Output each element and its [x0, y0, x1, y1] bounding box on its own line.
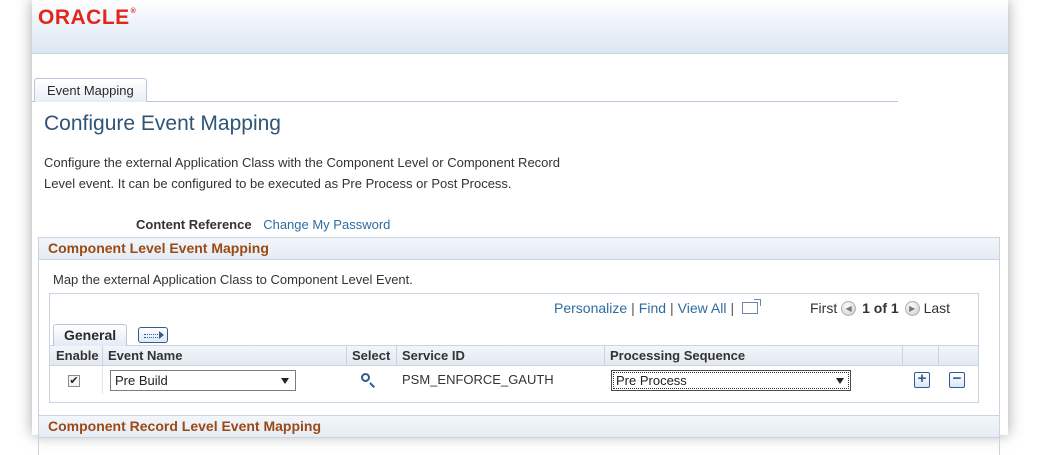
col-enable[interactable]: Enable [56, 346, 99, 365]
page-tab-strip: Event Mapping [32, 78, 898, 102]
content-reference-row: Content Reference Change My Password [136, 217, 390, 232]
col-service-id[interactable]: Service ID [402, 346, 465, 365]
grid-pager: First ◀ 1 of 1 ▶ Last [810, 294, 950, 322]
component-level-section: Component Level Event Mapping Map the ex… [38, 237, 1000, 417]
column-divider [604, 346, 605, 366]
header-bar: ORACLE® [32, 0, 1008, 54]
last-label: Last [923, 300, 951, 316]
event-name-select[interactable]: Pre Build [110, 370, 296, 391]
col-processing-sequence[interactable]: Processing Sequence [610, 346, 745, 365]
page-frame: ORACLE® Event Mapping Configure Event Ma… [32, 0, 1008, 455]
dropdown-arrow-icon [836, 378, 844, 384]
logo-text: ORACLE [38, 6, 130, 29]
tab-general[interactable]: General [53, 324, 128, 346]
col-select: Select [352, 348, 391, 363]
event-name-value: Pre Build [115, 373, 168, 388]
logo-registered-mark: ® [130, 8, 137, 15]
enable-cell: ✔ [50, 366, 103, 394]
grid-tab-strip: General [50, 322, 978, 346]
enable-checkbox[interactable]: ✔ [68, 375, 80, 387]
column-divider [346, 346, 347, 366]
dropdown-arrow-icon [281, 378, 289, 384]
nav-separator: | [631, 300, 635, 316]
column-divider [938, 346, 939, 366]
previous-row-icon[interactable]: ◀ [841, 300, 857, 316]
handle-shape [369, 382, 375, 388]
personalize-link[interactable]: Personalize [554, 300, 627, 316]
add-row-button[interactable]: + [914, 371, 930, 388]
row-count: 1 of 1 [862, 300, 899, 316]
component-level-grid: Personalize | Find | View All | First ◀ 1 of 1… [49, 293, 979, 403]
grid-navigation-bar: Personalize | Find | View All | First ◀ 1 of 1… [50, 294, 978, 322]
column-divider [396, 346, 397, 366]
page-title: Configure Event Mapping [44, 112, 281, 135]
zoom-grid-icon[interactable] [742, 299, 762, 314]
column-divider [102, 346, 103, 366]
first-label: First [810, 300, 838, 316]
column-divider [902, 346, 903, 366]
grid-nav-links: Personalize | Find | View All | [554, 294, 762, 322]
delete-row-button[interactable]: − [949, 371, 965, 388]
component-record-level-section: Component Record Level Event Mapping [38, 415, 1000, 455]
service-id-value: PSM_ENFORCE_GAUTH [402, 372, 554, 387]
find-link[interactable]: Find [639, 300, 666, 316]
component-level-section-title[interactable]: Component Level Event Mapping [39, 238, 999, 260]
content-reference-label: Content Reference [136, 217, 252, 232]
page-description: Configure the external Application Class… [44, 155, 560, 191]
nav-separator: | [670, 300, 674, 316]
lookup-search-icon[interactable] [360, 372, 376, 388]
processing-sequence-value: Pre Process [616, 373, 687, 388]
lens-shape [361, 373, 370, 382]
content-reference-link[interactable]: Change My Password [263, 217, 390, 232]
show-all-columns-icon[interactable] [138, 327, 168, 343]
view-all-link[interactable]: View All [678, 300, 727, 316]
next-row-icon[interactable]: ▶ [904, 300, 920, 316]
oracle-logo: ORACLE® [38, 6, 136, 30]
tab-event-mapping[interactable]: Event Mapping [34, 78, 147, 102]
col-event-name[interactable]: Event Name [108, 346, 182, 365]
component-level-description: Map the external Application Class to Co… [53, 272, 413, 287]
grid-column-header: Enable Event Name Select Service ID Proc… [50, 346, 978, 366]
processing-sequence-select[interactable]: Pre Process [611, 370, 851, 391]
table-row: ✔ Pre Build PSM_ENFORCE_GAUTH Pre Proces… [50, 366, 978, 394]
nav-separator: | [730, 300, 735, 316]
